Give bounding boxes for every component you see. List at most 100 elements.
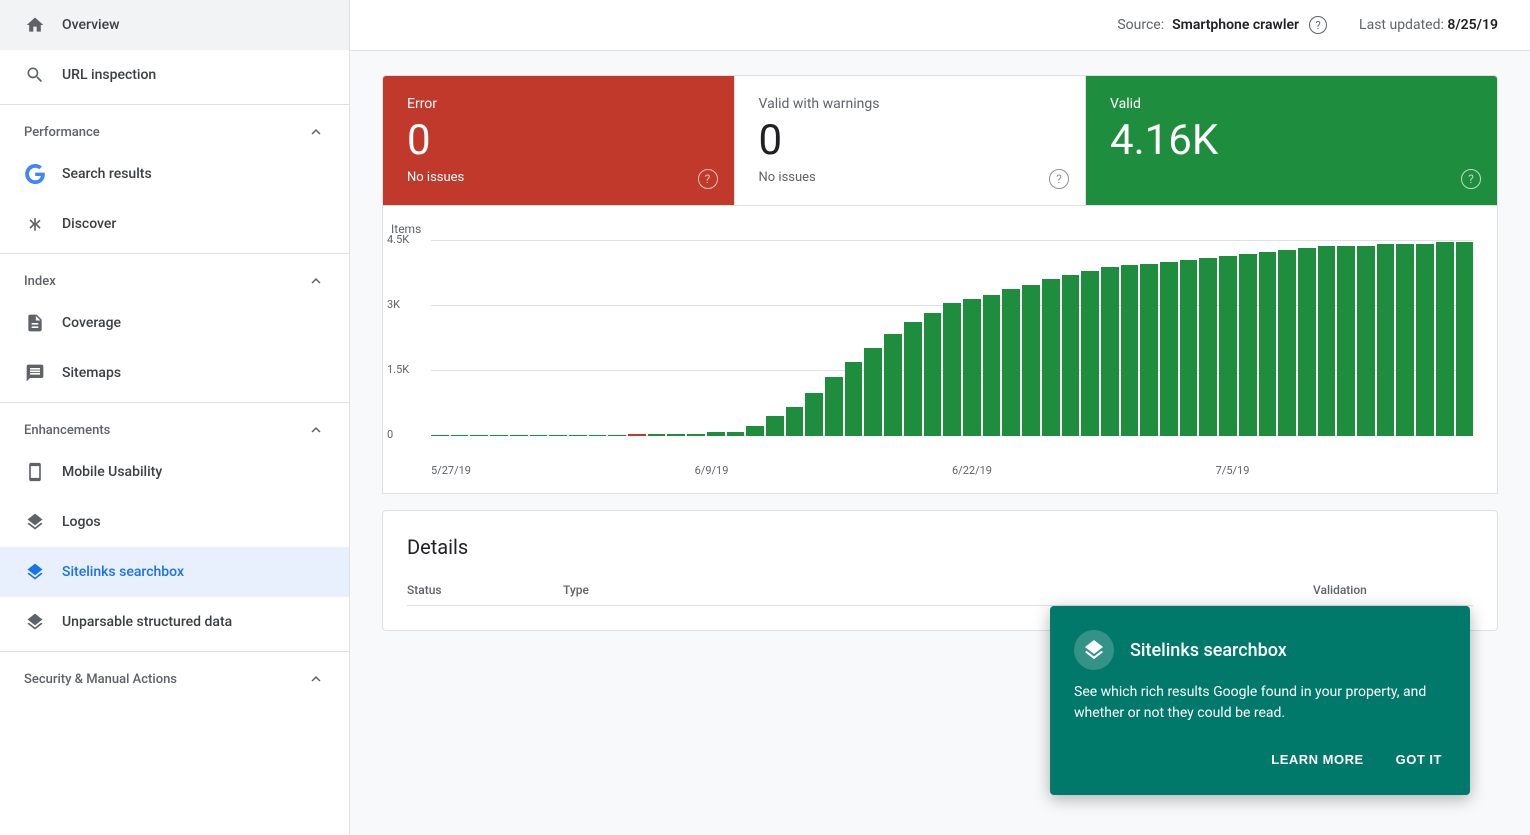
section-title-security: Security & Manual Actions [24,672,177,687]
chart-bar [1081,271,1099,436]
sidebar-item-overview[interactable]: Overview [0,0,349,50]
grid-icon [24,362,46,384]
got-it-button[interactable]: GOT IT [1392,748,1446,771]
chart-bar [569,435,587,436]
sidebar-item-sitelinks-searchbox[interactable]: Sitelinks searchbox [0,547,349,597]
card-help-valid[interactable]: ? [1461,169,1481,189]
source-label: Source: [1117,17,1164,33]
chart-bar [549,435,567,436]
x-label-2: 6/22/19 [952,464,992,477]
col-type: Type [563,583,1297,597]
chart-bar [727,432,745,436]
chart-bar [1160,262,1178,436]
chart-bars [431,240,1473,436]
sitelinks-icon [24,561,46,583]
chart-bar [746,426,764,436]
chart-bar [983,295,1001,436]
sidebar-item-sitemaps[interactable]: Sitemaps [0,348,349,398]
card-value-error: 0 [407,120,710,162]
tooltip-icon [1074,630,1114,670]
source-value: Smartphone crawler [1172,17,1299,33]
chart-bar [1318,246,1336,436]
chart-x-labels: 5/27/19 6/9/19 6/22/19 7/5/19 [431,464,1473,477]
asterisk-icon [24,213,46,235]
chart-bar [1357,246,1375,436]
chart-bar [1180,260,1198,436]
chart-bar [825,377,843,436]
card-label-warnings: Valid with warnings [759,96,1062,112]
sidebar-section-security[interactable]: Security & Manual Actions [0,656,349,696]
sidebar-section-index[interactable]: Index [0,258,349,298]
section-title-enhancements: Enhancements [24,423,110,438]
tooltip-actions: LEARN MORE GOT IT [1074,748,1446,771]
card-value-warnings: 0 [759,120,1062,162]
layers-x-icon [24,611,46,633]
chart-bar [1121,265,1139,436]
sidebar-label-mobile-usability: Mobile Usability [62,464,162,480]
google-icon [24,163,46,185]
sidebar-section-enhancements[interactable]: Enhancements [0,407,349,447]
chart-bar [1416,244,1434,436]
section-title-index: Index [24,274,56,289]
chart-bar [805,393,823,436]
sidebar-label-sitelinks-searchbox: Sitelinks searchbox [62,564,184,580]
chart-bar [1239,254,1257,436]
sidebar-item-logos[interactable]: Logos [0,497,349,547]
status-card-warnings[interactable]: Valid with warnings 0 No issues ? [734,76,1086,205]
chart-bar [1101,267,1119,436]
sidebar-label-discover: Discover [62,216,116,232]
card-help-warnings[interactable]: ? [1049,169,1069,189]
sidebar-label-url-inspection: URL inspection [62,67,156,83]
main-header: Source: Smartphone crawler ? Last update… [350,0,1530,51]
status-cards: Error 0 No issues ? Valid with warnings … [382,75,1498,206]
chart-bar [943,303,961,436]
chart-bar [845,362,863,436]
chart-bar [1140,264,1158,436]
sidebar-item-search-results[interactable]: Search results [0,149,349,199]
chart-bar [1436,242,1454,436]
sidebar-label-coverage: Coverage [62,315,121,331]
sidebar-item-unparsable[interactable]: Unparsable structured data [0,597,349,647]
tooltip-body: See which rich results Google found in y… [1074,682,1446,724]
sidebar-label-sitemaps: Sitemaps [62,365,121,381]
chart-bar [648,434,666,436]
chart-bar [1062,275,1080,436]
details-title: Details [407,535,1473,559]
chart-bar [608,435,626,436]
sitelinks-searchbox-tooltip: Sitelinks searchbox See which rich resul… [1050,606,1470,795]
sidebar-label-logos: Logos [62,514,101,530]
chart-bar [1396,244,1414,436]
chart-bar [924,313,942,436]
chart-bar [1337,246,1355,436]
chart-bar [766,416,784,436]
status-card-valid[interactable]: Valid 4.16K ? [1085,76,1497,205]
card-help-error[interactable]: ? [698,169,718,189]
file-icon [24,312,46,334]
phone-icon [24,461,46,483]
sidebar-item-url-inspection[interactable]: URL inspection [0,50,349,100]
layers-icon [24,511,46,533]
source-help-icon[interactable]: ? [1309,16,1327,34]
chart-bar [510,435,528,436]
chart-bar [1298,248,1316,436]
sidebar-item-discover[interactable]: Discover [0,199,349,249]
chart-bar [628,434,646,436]
sidebar-label-search-results: Search results [62,166,152,182]
last-updated-value: 8/25/19 [1447,17,1498,33]
sidebar-item-coverage[interactable]: Coverage [0,298,349,348]
chart-bar [884,334,902,436]
chart-bar [1002,289,1020,436]
chart-bar [1456,242,1474,436]
chart-container: Items 4.5K 3K 1.5K 0 5/27/19 6/9/19 6/22… [382,206,1498,494]
card-sub-warnings: No issues [759,170,1062,185]
sidebar: Overview URL inspection Performance Sear… [0,0,350,835]
chart-bar [786,407,804,436]
learn-more-button[interactable]: LEARN MORE [1267,748,1367,771]
search-icon [24,64,46,86]
status-card-error[interactable]: Error 0 No issues ? [383,76,734,205]
sidebar-item-mobile-usability[interactable]: Mobile Usability [0,447,349,497]
chart-bar [1377,244,1395,436]
sidebar-section-performance[interactable]: Performance [0,109,349,149]
chart-bar [490,435,508,436]
chart-bar [963,299,981,436]
